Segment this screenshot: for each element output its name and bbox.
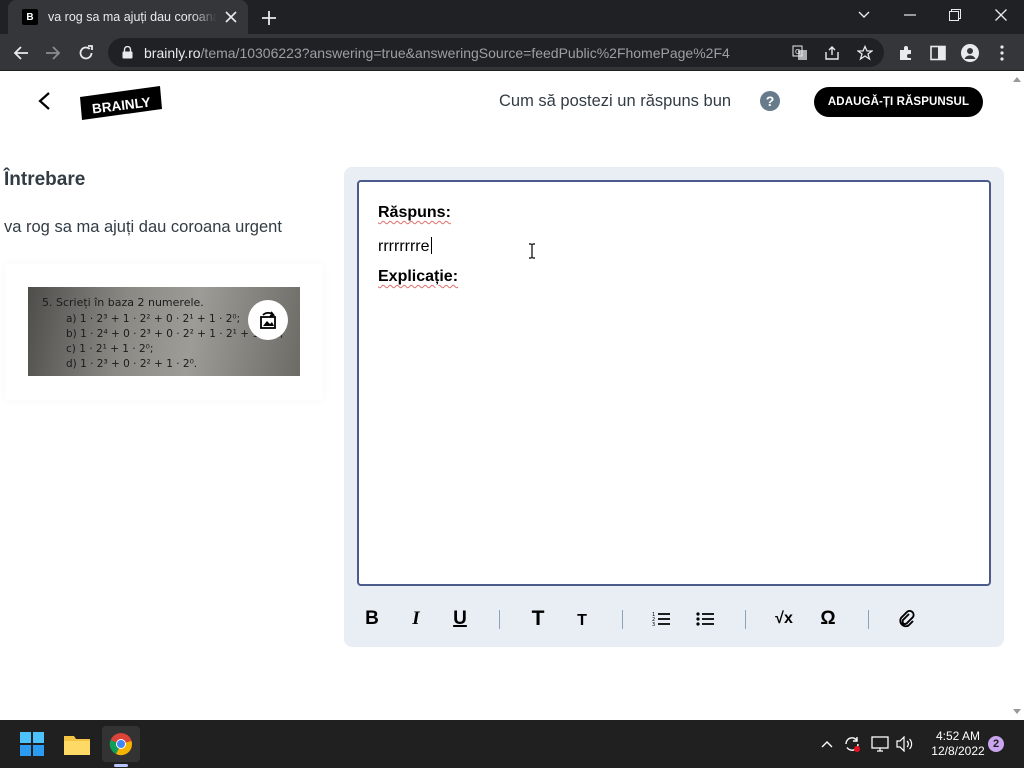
- attachment-line: c) 1 · 2¹ + 1 · 2⁰;: [66, 343, 154, 355]
- back-arrow-icon[interactable]: [9, 41, 33, 65]
- address-bar[interactable]: brainly.ro/tema/10306223?answering=true&…: [108, 38, 884, 67]
- answer-value: rrrrrrrre: [378, 238, 430, 255]
- volume-icon[interactable]: [895, 734, 915, 754]
- tab-title: va rog sa ma ajuți dau coroana urgent: [48, 10, 217, 24]
- share-icon[interactable]: [823, 44, 841, 62]
- equation-button[interactable]: √x: [769, 605, 799, 633]
- url-host: brainly.ro: [144, 44, 201, 61]
- text-caret: [430, 237, 432, 254]
- active-app-indicator: [114, 764, 128, 767]
- translate-icon[interactable]: G: [791, 44, 809, 62]
- tab-search-chevron-icon[interactable]: [849, 3, 879, 27]
- answer-editor-panel: Răspuns: rrrrrrrre Explicație: B I U T T…: [344, 167, 1004, 647]
- browser-toolbar: brainly.ro/tema/10306223?answering=true&…: [0, 34, 1024, 71]
- how-to-answer-link[interactable]: Cum să postezi un răspuns bun: [499, 92, 731, 111]
- chrome-taskbar-icon[interactable]: [102, 726, 140, 762]
- clock-time: 4:52 AM: [935, 729, 981, 743]
- url-text: brainly.ro/tema/10306223?answering=true&…: [144, 45, 744, 61]
- sync-icon[interactable]: [842, 734, 862, 754]
- url-path: /tema/10306223?answering=true&answeringS…: [200, 44, 730, 61]
- browser-tab-strip: B va rog sa ma ajuți dau coroana urgent: [0, 0, 1024, 34]
- explanation-label: Explicație:: [378, 268, 459, 285]
- attachment-line: 5. Scrieți în baza 2 numerele.: [42, 296, 204, 309]
- tray-chevron-up-icon[interactable]: [817, 734, 837, 754]
- special-characters-button[interactable]: Ω: [813, 605, 843, 633]
- bookmark-star-icon[interactable]: [856, 44, 874, 62]
- answer-label: Răspuns:: [378, 204, 451, 221]
- underline-button[interactable]: U: [445, 605, 475, 633]
- formatting-toolbar: B I U T T 123 √x Ω: [344, 592, 1004, 647]
- toolbar-separator: [499, 610, 500, 629]
- toolbar-separator: [745, 610, 746, 629]
- heading-large-button[interactable]: T: [523, 605, 553, 633]
- bold-button[interactable]: B: [357, 605, 387, 633]
- forward-arrow-icon[interactable]: [41, 41, 65, 65]
- brainly-logo[interactable]: BRAINLY: [80, 85, 162, 121]
- ordered-list-icon[interactable]: 123: [646, 605, 676, 633]
- browser-tab[interactable]: B va rog sa ma ajuți dau coroana urgent: [8, 0, 248, 34]
- notification-badge[interactable]: 2: [988, 736, 1004, 752]
- toolbar-separator: [622, 610, 623, 629]
- profile-avatar-icon[interactable]: [958, 41, 982, 65]
- toolbar-separator: [868, 610, 869, 629]
- help-question-icon[interactable]: ?: [760, 91, 780, 111]
- svg-text:3: 3: [652, 622, 655, 627]
- lock-icon[interactable]: [120, 46, 134, 60]
- brainly-favicon-icon: B: [22, 9, 38, 25]
- file-explorer-icon[interactable]: [58, 726, 96, 762]
- attachment-line: a) 1 · 2³ + 1 · 2² + 0 · 2¹ + 1 · 2⁰;: [66, 313, 241, 325]
- new-tab-icon[interactable]: [258, 7, 280, 29]
- question-text: va rog sa ma ajuți dau coroana urgent: [4, 218, 282, 236]
- reload-icon[interactable]: [74, 41, 98, 65]
- more-menu-icon[interactable]: [990, 41, 1014, 65]
- attachment-line: d) 1 · 2³ + 0 · 2² + 1 · 2⁰.: [66, 358, 198, 370]
- windows-start-icon[interactable]: [13, 726, 51, 762]
- network-icon[interactable]: [870, 734, 890, 754]
- scroll-up-arrow-icon[interactable]: [1012, 75, 1022, 83]
- extensions-puzzle-icon[interactable]: [894, 41, 918, 65]
- scroll-down-arrow-icon[interactable]: [1012, 707, 1022, 715]
- back-chevron-icon[interactable]: [30, 87, 58, 115]
- system-clock[interactable]: 4:52 AM 12/8/2022: [918, 729, 998, 759]
- paperclip-icon[interactable]: [892, 605, 922, 633]
- heading-small-button[interactable]: T: [567, 605, 597, 633]
- clock-date: 12/8/2022: [931, 744, 985, 758]
- restore-icon[interactable]: [940, 3, 970, 27]
- bullet-list-icon[interactable]: [690, 605, 720, 633]
- answer-input-text[interactable]: rrrrrrrre: [378, 237, 432, 256]
- page-content: Întrebare va rog sa ma ajuți dau coroana…: [0, 131, 1024, 720]
- close-tab-icon[interactable]: [223, 8, 240, 26]
- svg-text:G: G: [795, 48, 800, 56]
- question-heading: Întrebare: [4, 169, 86, 190]
- side-panel-icon[interactable]: [926, 41, 950, 65]
- rotate-image-icon[interactable]: [248, 300, 288, 340]
- minimize-icon[interactable]: [895, 3, 925, 27]
- site-header: BRAINLY Cum să postezi un răspuns bun ? …: [0, 71, 1024, 131]
- taskbar: 4:52 AM 12/8/2022 2: [0, 720, 1024, 768]
- add-answer-button[interactable]: ADAUGĂ-ȚI RĂSPUNSUL: [814, 87, 983, 117]
- italic-button[interactable]: I: [401, 605, 431, 633]
- close-window-icon[interactable]: [986, 3, 1016, 27]
- ibeam-cursor-icon: [527, 242, 537, 260]
- answer-editor[interactable]: Răspuns: rrrrrrrre Explicație:: [357, 180, 991, 586]
